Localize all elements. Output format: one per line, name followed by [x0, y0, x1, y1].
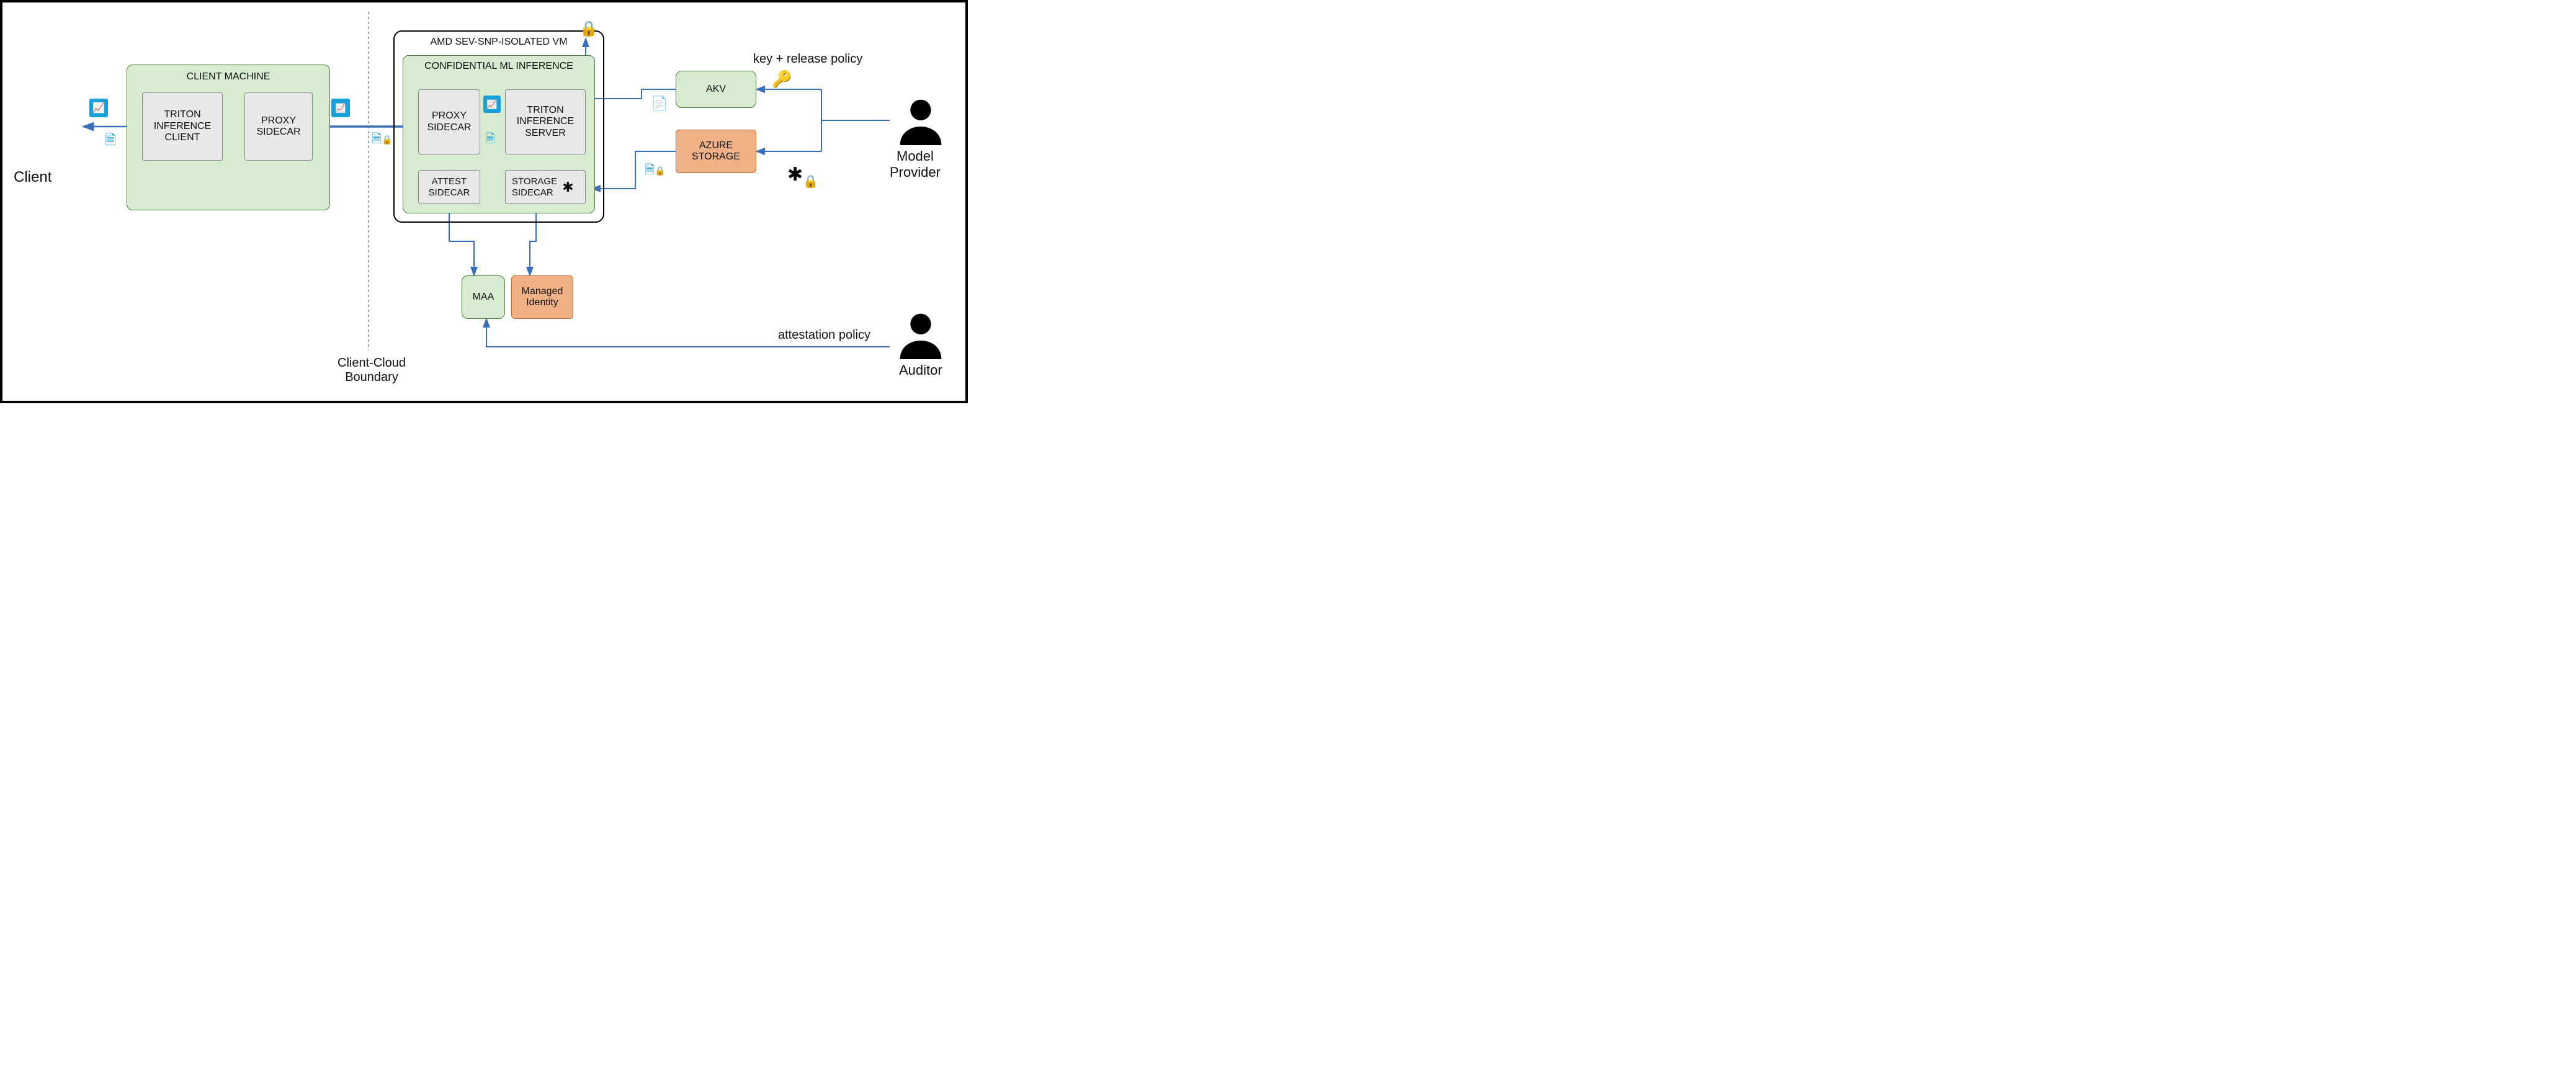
graph-icon: ✱ [562, 179, 573, 195]
chart-doc-icon: 📈 [89, 99, 108, 117]
key-icon: 🔑 [772, 69, 792, 89]
attest-sidecar-box: ATTEST SIDECAR [418, 170, 480, 204]
graph-lock-icon: ✱🔒 [787, 164, 818, 185]
binary-doc-icon: 🗎 [485, 130, 495, 151]
cert-doc-icon: 📄 [651, 96, 668, 112]
lock-icon: 🔒 [579, 20, 598, 38]
person-icon [896, 96, 946, 145]
client-proxy-sidecar-box: PROXY SIDECAR [244, 92, 313, 161]
chart-doc-icon: 📈 [483, 96, 501, 113]
boundary-label: Client-Cloud Boundary [338, 356, 406, 385]
binary-doc-lock-icon: 🗎🔒 [372, 130, 393, 151]
sev-snp-vm-title: AMD SEV-SNP-ISOLATED VM [430, 37, 567, 48]
auditor-label: Auditor [899, 362, 942, 378]
confidential-inference-title: CONFIDENTIAL ML INFERENCE [424, 61, 573, 72]
maa-box: MAA [462, 275, 505, 319]
vm-proxy-sidecar-box: PROXY SIDECAR [418, 89, 480, 154]
triton-inference-server-box: TRITON INFERENCE SERVER [505, 89, 586, 154]
akv-box: AKV [676, 71, 756, 108]
key-release-policy-label: key + release policy [753, 52, 862, 66]
client-machine-title: CLIENT MACHINE [187, 71, 271, 83]
azure-storage-box: AZURE STORAGE [676, 130, 756, 173]
person-icon [896, 310, 946, 359]
binary-doc-icon: 🗎 [105, 130, 116, 153]
storage-sidecar-box: STORAGE SIDECAR ✱ [505, 170, 586, 204]
model-provider-label: Model Provider [890, 148, 941, 181]
binary-doc-lock-icon: 🗎🔒 [645, 161, 666, 182]
attestation-policy-label: attestation policy [778, 328, 870, 342]
diagram-canvas: Client CLIENT MACHINE TRITON INFERENCE C… [0, 0, 968, 403]
storage-sidecar-label: STORAGE SIDECAR [512, 176, 557, 198]
managed-identity-box: Managed Identity [511, 275, 573, 319]
client-actor-label: Client [14, 169, 51, 186]
triton-inference-client-box: TRITON INFERENCE CLIENT [142, 92, 223, 161]
https-doc-icon: 📈 [331, 99, 350, 117]
